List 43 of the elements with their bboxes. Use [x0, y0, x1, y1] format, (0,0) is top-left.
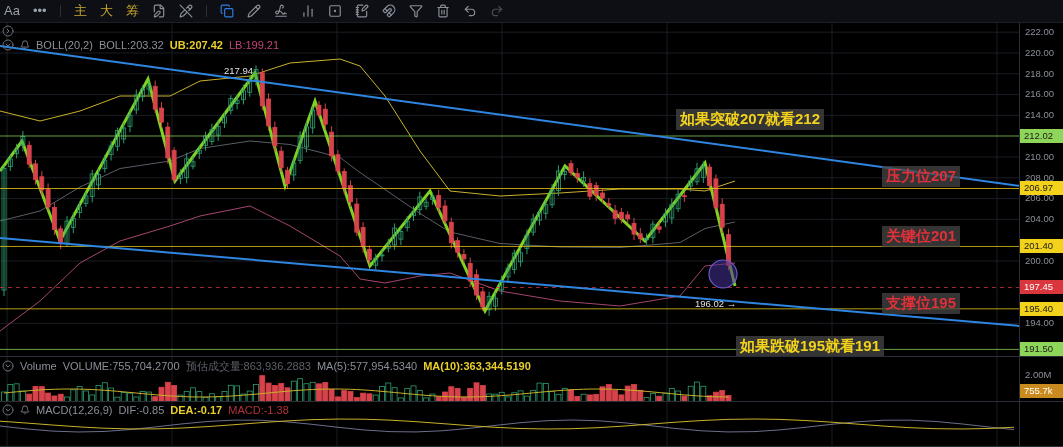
- indicator-value: UB:207.42: [169, 38, 223, 51]
- price-axis-label: 208.00: [1025, 171, 1055, 184]
- font-button[interactable]: Aa: [4, 2, 20, 19]
- chart-mode-button[interactable]: 筹: [125, 2, 139, 19]
- indicator-value: LB:199.21: [228, 38, 280, 51]
- price-tag: 206.97: [1020, 181, 1063, 196]
- indicator-name: Volume: [20, 360, 57, 373]
- price-mark-label: 217.94: [224, 64, 254, 76]
- price-axis-label: 220.00: [1025, 46, 1055, 59]
- indicator-value: MACD:-1.38: [228, 404, 289, 417]
- level-note: 压力位207: [882, 165, 961, 187]
- more-button[interactable]: •••: [32, 2, 47, 19]
- price-axis-label: 194.00: [1025, 317, 1055, 330]
- level-note: 关键位201: [882, 225, 961, 247]
- price-axis-label: 204.00: [1025, 213, 1055, 226]
- indicator-value: BOLL:203.32: [98, 38, 164, 51]
- price-tag: 191.50: [1020, 342, 1063, 357]
- price-tag: 201.40: [1020, 239, 1063, 254]
- price-axis-label: 218.00: [1025, 67, 1055, 80]
- indicator-value: DIF:-0.85: [118, 404, 165, 417]
- scenario-note: 如果突破207就看212: [676, 108, 825, 130]
- chart-mode-button[interactable]: 大: [99, 2, 113, 19]
- indicator-value: 预估成交量:863,936.2883: [185, 358, 311, 374]
- indicator-name: BOLL(20,2): [36, 38, 93, 51]
- price-axis-label: 210.00: [1025, 150, 1055, 163]
- scenario-note: 如果跌破195就看191: [736, 335, 885, 356]
- chart-mode-button[interactable]: 主: [73, 2, 87, 19]
- volume-axis-label: 2.00M: [1025, 368, 1052, 381]
- indicator-value: MA(5):577,954.5340: [316, 360, 418, 373]
- price-tag: 195.40: [1020, 301, 1063, 316]
- indicator-value: DEA:-0.17: [170, 404, 223, 417]
- price-tag: 197.45: [1020, 280, 1063, 295]
- indicator-value: MA(10):363,344.5190: [423, 360, 531, 373]
- price-tag: 212.02: [1020, 128, 1063, 143]
- price-axis-label: 214.00: [1025, 109, 1055, 122]
- price-mark-label: 196.02 →: [695, 297, 737, 309]
- price-axis-label: 216.00: [1025, 88, 1055, 101]
- indicator-value: VOLUME:755,704.2700: [62, 360, 180, 373]
- price-axis-label: 200.00: [1025, 254, 1055, 267]
- volume-tag: 755.7k: [1020, 383, 1063, 398]
- indicator-name: MACD(12,26,9): [36, 404, 113, 417]
- level-note: 支撑位195: [882, 292, 961, 314]
- price-axis-label: 222.00: [1025, 26, 1055, 38]
